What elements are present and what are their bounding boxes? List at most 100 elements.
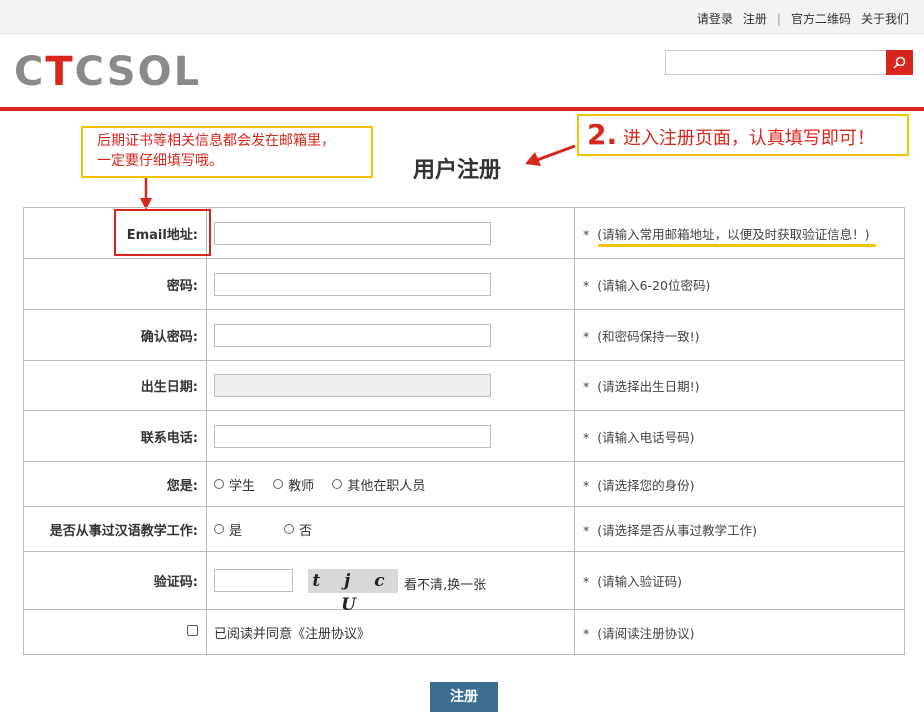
top-separator: | <box>776 11 781 26</box>
radio-circle-icon <box>332 479 343 489</box>
agree-tip: (请阅读注册协议) <box>597 625 695 641</box>
required-mark: * <box>583 429 590 445</box>
teach-tip-cell: * (请选择是否从事过教学工作) <box>574 506 905 552</box>
birth-tip-cell: * (请选择出生日期!) <box>574 360 905 411</box>
email-cell <box>206 207 575 259</box>
teach-label: 是否从事过汉语教学工作: <box>23 506 207 552</box>
row-confirm: 确认密码: * (和密码保持一致!) <box>23 309 905 361</box>
qrcode-link[interactable]: 官方二维码 <box>786 10 856 27</box>
register-link[interactable]: 注册 <box>738 10 772 27</box>
page-title: 用户注册 <box>413 158 502 183</box>
teach-no-label: 否 <box>299 523 313 539</box>
top-links: 请登录 注册 | 官方二维码 关于我们 <box>692 10 914 27</box>
row-captcha: 验证码: t j c U 看不清,换一张 * (请输入验证码) <box>23 551 905 615</box>
password-label: 密码: <box>23 258 207 310</box>
teach-yes-radio[interactable]: 是 <box>214 520 242 539</box>
phone-input[interactable] <box>214 424 491 448</box>
top-bar: 请登录 注册 | 官方二维码 关于我们 <box>0 0 924 34</box>
required-mark: * <box>583 379 590 394</box>
search-button[interactable] <box>886 50 913 75</box>
step-text: 进入注册页面，认真填写即可！ <box>617 128 875 149</box>
header-divider <box>0 107 924 111</box>
agree-cell: 已阅读并同意《注册协议》 <box>206 609 575 655</box>
required-mark: * <box>583 328 590 344</box>
confirm-password-input[interactable] <box>214 323 491 347</box>
row-teaching: 是否从事过汉语教学工作: 是 否 * (请选择是否从事过教学工作) <box>23 506 905 552</box>
email-tip-cell: * (请输入常用邮箱地址，以便及时获取验证信息！) <box>574 207 905 259</box>
step-number: 2. <box>587 118 618 151</box>
teach-no-radio[interactable]: 否 <box>284 520 312 539</box>
row-birth: 出生日期: * (请选择出生日期!) <box>23 360 905 411</box>
search-input[interactable] <box>666 51 888 74</box>
login-link[interactable]: 请登录 <box>692 10 738 27</box>
annotation-step-note: 2. 进入注册页面，认真填写即可！ <box>577 114 909 156</box>
captcha-label: 验证码: <box>23 551 207 610</box>
phone-cell <box>206 410 575 462</box>
search-icon <box>893 56 906 69</box>
email-tip-underline <box>598 244 876 247</box>
row-password: 密码: * (请输入6-20位密码) <box>23 258 905 310</box>
role-student-label: 学生 <box>229 478 256 494</box>
radio-circle-icon <box>273 479 284 489</box>
required-mark: * <box>583 226 590 242</box>
note1-line1: 后期证书等相关信息都会发在邮箱里， <box>97 133 335 149</box>
captcha-input[interactable] <box>214 569 293 592</box>
row-phone: 联系电话: * (请输入电话号码) <box>23 410 905 462</box>
required-mark: * <box>583 522 590 538</box>
annotation-arrow-left-icon <box>525 144 576 166</box>
logo-rest: CSOL <box>74 49 202 95</box>
agree-text[interactable]: 已阅读并同意《注册协议》 <box>214 627 370 642</box>
logo-t: T <box>45 49 75 95</box>
birth-cell <box>206 360 575 411</box>
phone-label: 联系电话: <box>23 410 207 462</box>
birth-date-input[interactable] <box>214 374 491 397</box>
role-student-radio[interactable]: 学生 <box>214 475 255 494</box>
role-other-radio[interactable]: 其他在职人员 <box>332 475 425 494</box>
agree-checkbox-cell <box>23 609 207 655</box>
role-teacher-label: 教师 <box>288 478 315 494</box>
row-agree: 已阅读并同意《注册协议》 * (请阅读注册协议) <box>23 609 905 655</box>
required-mark: * <box>583 625 590 641</box>
annotation-arrow-down-icon <box>140 178 152 210</box>
email-highlight-box <box>114 209 211 256</box>
teach-tip: (请选择是否从事过教学工作) <box>597 522 757 538</box>
confirm-tip: (和密码保持一致!) <box>597 328 700 344</box>
radio-circle-icon <box>214 479 224 489</box>
confirm-label: 确认密码: <box>23 309 207 361</box>
required-mark: * <box>583 477 590 493</box>
site-logo[interactable]: CTCSOL <box>14 52 201 92</box>
required-mark: * <box>583 277 590 293</box>
agree-checkbox[interactable] <box>187 624 198 636</box>
birth-label: 出生日期: <box>23 360 207 411</box>
search-box <box>665 50 913 75</box>
password-tip: (请输入6-20位密码) <box>597 277 711 293</box>
captcha-tip-cell: * (请输入验证码) <box>574 551 905 610</box>
radio-circle-icon <box>214 524 224 534</box>
captcha-cell: t j c U 看不清,换一张 <box>206 551 575 615</box>
register-submit-button[interactable]: 注册 <box>430 682 498 712</box>
required-mark: * <box>583 574 590 589</box>
captcha-image[interactable]: t j c U <box>308 568 398 615</box>
password-tip-cell: * (请输入6-20位密码) <box>574 258 905 310</box>
password-input[interactable] <box>214 272 491 296</box>
role-label: 您是: <box>23 461 207 507</box>
teach-yes-label: 是 <box>229 523 243 539</box>
birth-tip: (请选择出生日期!) <box>597 379 700 394</box>
about-link[interactable]: 关于我们 <box>856 10 914 27</box>
role-other-label: 其他在职人员 <box>347 478 426 494</box>
logo-c: C <box>14 49 46 95</box>
annotation-email-note: 后期证书等相关信息都会发在邮箱里， 一定要仔细填写哦。 <box>81 126 373 178</box>
phone-tip-cell: * (请输入电话号码) <box>574 410 905 462</box>
role-tip-cell: * (请选择您的身份) <box>574 461 905 507</box>
password-cell <box>206 258 575 310</box>
email-tip: (请输入常用邮箱地址，以便及时获取验证信息！) <box>597 226 870 242</box>
captcha-refresh-link[interactable]: 看不清,换一张 <box>404 574 486 593</box>
role-tip: (请选择您的身份) <box>597 477 695 493</box>
email-input[interactable] <box>214 221 491 245</box>
confirm-tip-cell: * (和密码保持一致!) <box>574 309 905 361</box>
teach-cell: 是 否 <box>206 506 575 552</box>
role-teacher-radio[interactable]: 教师 <box>273 475 314 494</box>
confirm-cell <box>206 309 575 361</box>
agree-tip-cell: * (请阅读注册协议) <box>574 609 905 655</box>
role-cell: 学生 教师 其他在职人员 <box>206 461 575 507</box>
